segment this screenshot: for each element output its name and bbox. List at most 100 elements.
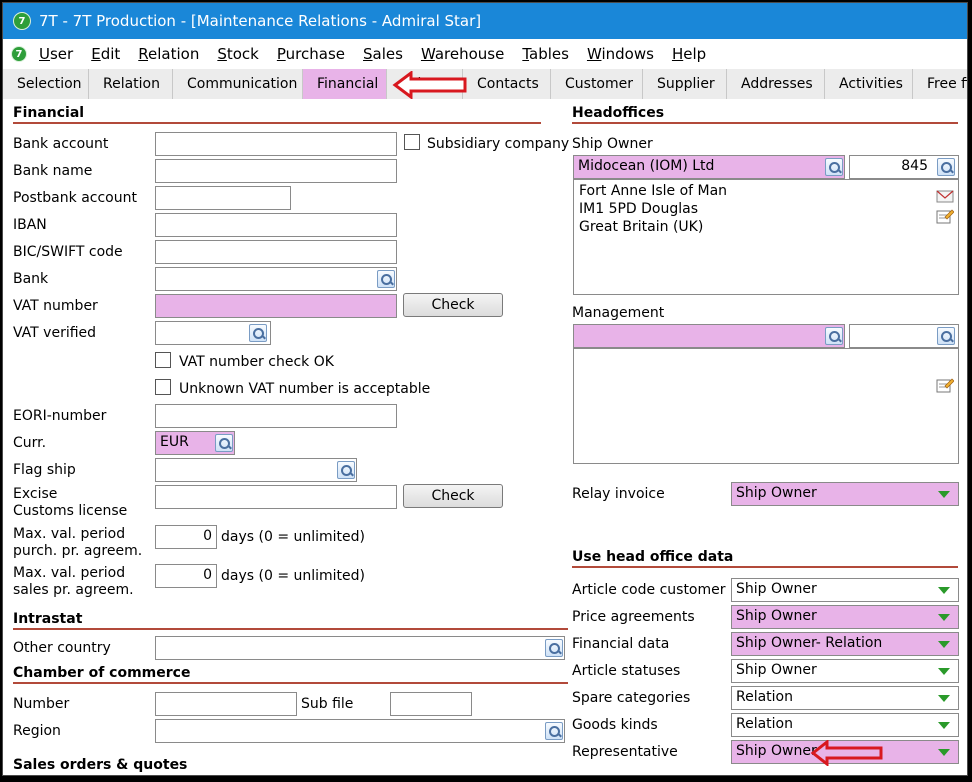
chevron-down-icon[interactable] (938, 491, 950, 498)
goods-kinds-select[interactable]: Relation (731, 713, 959, 737)
section-financial: Financial (13, 105, 541, 124)
customs-license-label: Customs license (13, 503, 128, 519)
max-purch-input[interactable]: 0 (155, 525, 217, 549)
tab-strip: Selection Relation Communication Financi… (3, 69, 967, 99)
other-country-lookup-icon[interactable] (545, 639, 563, 657)
edit-note-icon[interactable] (936, 377, 954, 393)
management-address-box (573, 348, 959, 464)
excise-input[interactable] (155, 485, 397, 509)
management-input[interactable] (573, 324, 845, 348)
flag-ship-lookup-icon[interactable] (337, 461, 355, 479)
tab-addresses[interactable]: Addresses (727, 69, 825, 99)
article-statuses-value: Ship Owner (736, 662, 817, 678)
section-headoffices: Headoffices (572, 105, 958, 124)
max-sales-label-1: Max. val. period (13, 565, 126, 581)
postbank-input[interactable] (155, 186, 291, 210)
eori-label: EORI-number (13, 408, 107, 424)
menu-user[interactable]: User (39, 45, 73, 63)
chevron-down-icon[interactable] (938, 641, 950, 648)
bank-name-label: Bank name (13, 163, 93, 179)
address-line-3: Great Britain (UK) (579, 219, 704, 235)
iban-input[interactable] (155, 213, 397, 237)
edit-note-icon[interactable] (936, 208, 954, 224)
menu-app-icon[interactable]: 7 (11, 46, 27, 62)
price-agreements-select[interactable]: Ship Owner (731, 605, 959, 629)
menu-relation[interactable]: Relation (138, 45, 199, 63)
chevron-down-icon[interactable] (938, 668, 950, 675)
chevron-down-icon[interactable] (938, 614, 950, 621)
sub-file-input[interactable] (390, 692, 472, 716)
bank-lookup-icon[interactable] (377, 270, 395, 288)
currency-lookup-icon[interactable] (215, 434, 233, 452)
window-title: 7T - 7T Production - [Maintenance Relati… (39, 12, 482, 30)
flag-ship-input[interactable] (155, 458, 357, 482)
tab-contacts[interactable]: Contacts (463, 69, 551, 99)
ship-owner-code-lookup-icon[interactable] (937, 158, 955, 176)
section-intrastat: Intrastat (13, 611, 568, 630)
tab-free-fields[interactable]: Free fi (913, 69, 967, 99)
menu-tables[interactable]: Tables (522, 45, 569, 63)
ship-owner-input[interactable]: Midocean (IOM) Ltd (573, 155, 845, 179)
vat-check-button[interactable]: Check (403, 293, 503, 317)
flag-ship-label: Flag ship (13, 462, 76, 478)
spare-categories-select[interactable]: Relation (731, 686, 959, 710)
tab-relation[interactable]: Relation (89, 69, 173, 99)
envelope-icon[interactable] (936, 188, 954, 204)
financial-data-select[interactable]: Ship Owner- Relation (731, 632, 959, 656)
chevron-down-icon[interactable] (938, 722, 950, 729)
vat-unknown-checkbox[interactable] (155, 379, 171, 395)
vat-verified-lookup-icon[interactable] (249, 324, 267, 342)
vat-number-input[interactable] (155, 294, 397, 318)
bank-name-input[interactable] (155, 159, 397, 183)
chevron-down-icon[interactable] (938, 695, 950, 702)
tab-customer[interactable]: Customer (551, 69, 643, 99)
vat-unknown-label: Unknown VAT number is acceptable (179, 381, 431, 397)
tab-activities[interactable]: Activities (825, 69, 913, 99)
tab-selection[interactable]: Selection (3, 69, 89, 99)
price-agreements-value: Ship Owner (736, 608, 817, 624)
menu-windows[interactable]: Windows (587, 45, 654, 63)
vat-check-ok-checkbox[interactable] (155, 352, 171, 368)
article-code-customer-value: Ship Owner (736, 581, 817, 597)
ship-owner-lookup-icon[interactable] (825, 158, 843, 176)
bank-account-input[interactable] (155, 132, 397, 156)
management-lookup-icon[interactable] (825, 327, 843, 345)
subsidiary-checkbox[interactable] (404, 134, 420, 150)
tab-communication[interactable]: Communication (173, 69, 303, 99)
article-statuses-select[interactable]: Ship Owner (731, 659, 959, 683)
menu-warehouse[interactable]: Warehouse (421, 45, 504, 63)
menu-help[interactable]: Help (672, 45, 706, 63)
postbank-label: Postbank account (13, 190, 137, 206)
other-country-input[interactable] (155, 636, 565, 660)
other-country-label: Other country (13, 640, 111, 656)
max-sales-input[interactable]: 0 (155, 564, 217, 588)
max-sales-days-label: days (0 = unlimited) (221, 568, 365, 584)
chevron-down-icon[interactable] (938, 587, 950, 594)
address-line-1: Fort Anne Isle of Man (579, 183, 728, 199)
menu-sales[interactable]: Sales (363, 45, 403, 63)
app-logo-icon: 7 (13, 12, 31, 30)
section-use-head-office-data: Use head office data (572, 549, 958, 568)
tab-financial[interactable]: Financial (303, 69, 387, 99)
bank-input[interactable] (155, 267, 397, 291)
eori-input[interactable] (155, 404, 397, 428)
relay-invoice-select[interactable]: Ship Owner (731, 482, 959, 506)
menu-edit[interactable]: Edit (91, 45, 120, 63)
subsidiary-label: Subsidiary company (427, 136, 570, 152)
currency-label: Curr. (13, 435, 47, 451)
article-code-customer-select[interactable]: Ship Owner (731, 578, 959, 602)
bic-input[interactable] (155, 240, 397, 264)
chevron-down-icon[interactable] (938, 749, 950, 756)
use-head-label-article-statuses: Article statuses (572, 663, 681, 679)
tab-supplier[interactable]: Supplier (643, 69, 727, 99)
management-code-lookup-icon[interactable] (937, 327, 955, 345)
region-input[interactable] (155, 719, 565, 743)
vat-verified-label: VAT verified (13, 325, 97, 341)
menu-stock[interactable]: Stock (217, 45, 259, 63)
region-lookup-icon[interactable] (545, 722, 563, 740)
application-window: 7 7T - 7T Production - [Maintenance Rela… (2, 2, 968, 776)
menu-purchase[interactable]: Purchase (277, 45, 345, 63)
vat-number-label: VAT number (13, 298, 98, 314)
chamber-number-input[interactable] (155, 692, 297, 716)
excise-check-button[interactable]: Check (403, 484, 503, 508)
